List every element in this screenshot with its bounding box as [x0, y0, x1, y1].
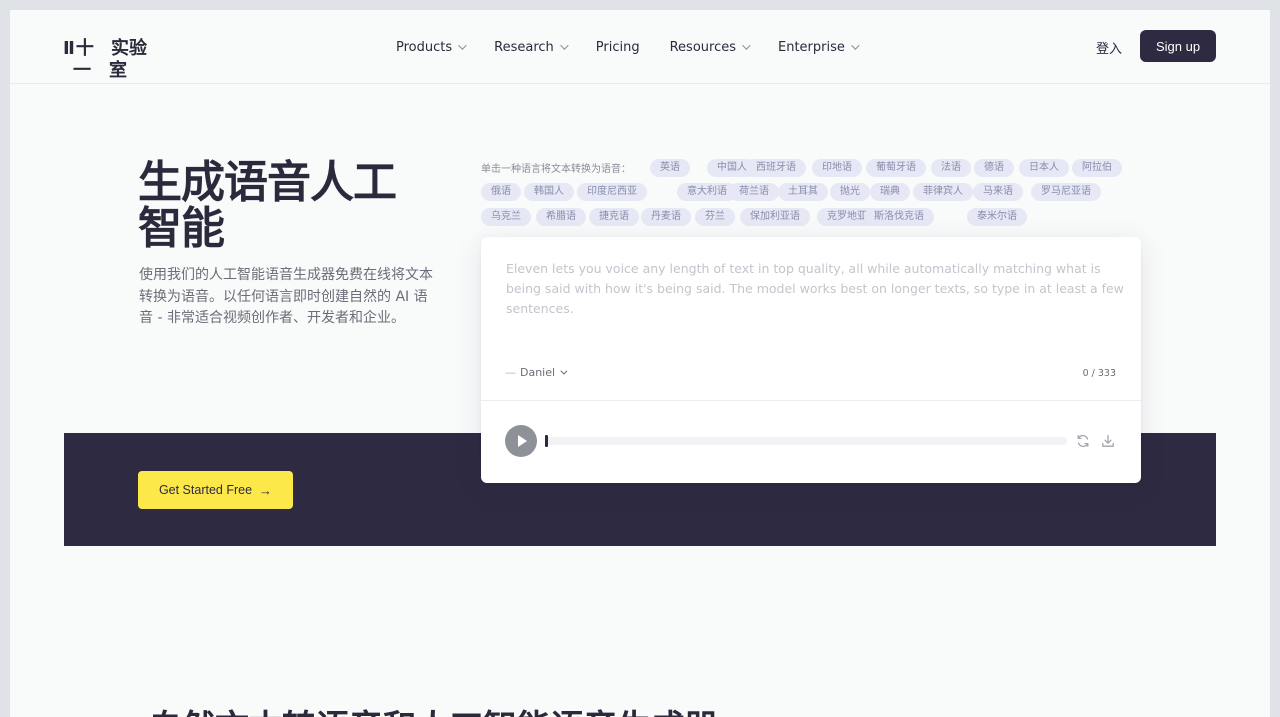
voice-name: Daniel: [520, 366, 556, 379]
language-prompt: 单击一种语言将文本转换为语音：: [481, 164, 631, 175]
tts-card: Eleven lets you voice any length of text…: [481, 237, 1141, 483]
site-header: Ⅱ十 实验 一 室 Products Research Pricing Reso…: [10, 10, 1270, 84]
language-chip[interactable]: 芬兰: [695, 208, 735, 226]
language-chip[interactable]: 荷兰语: [729, 183, 779, 201]
language-chip[interactable]: 阿拉伯: [1072, 159, 1122, 177]
chevron-down-icon: [559, 41, 569, 50]
main-nav: Products Research Pricing Resources Ente…: [396, 36, 887, 58]
character-counter: 0 / 333: [1082, 368, 1116, 379]
language-chip[interactable]: 日本人: [1019, 159, 1069, 177]
language-chip[interactable]: 瑞典: [870, 183, 910, 201]
arrow-right-icon: →: [259, 482, 273, 498]
language-chip[interactable]: 菲律宾人: [913, 183, 973, 201]
nav-enterprise[interactable]: Enterprise: [778, 36, 860, 58]
language-chip[interactable]: 土耳其: [778, 183, 828, 201]
language-chip[interactable]: 意大利语: [677, 183, 737, 201]
language-chip[interactable]: 印地语: [812, 159, 862, 177]
nav-label: Research: [494, 39, 554, 55]
nav-products[interactable]: Products: [396, 36, 467, 58]
nav-pricing[interactable]: Pricing: [596, 36, 640, 58]
language-chip[interactable]: 希腊语: [536, 208, 586, 226]
chevron-down-icon: [742, 41, 751, 50]
nav-label: Pricing: [595, 39, 640, 55]
page-frame: Ⅱ十 实验 一 室 Products Research Pricing Reso…: [10, 10, 1270, 717]
signup-button[interactable]: Sign up: [1140, 30, 1216, 62]
language-chip[interactable]: 葡萄牙语: [866, 159, 926, 177]
get-started-label: Get Started Free: [158, 483, 253, 497]
play-button[interactable]: [505, 425, 537, 457]
nav-resources[interactable]: Resources: [669, 36, 751, 58]
language-chip[interactable]: 马来语: [973, 183, 1023, 201]
language-chip[interactable]: 丹麦语: [641, 208, 691, 226]
language-chip[interactable]: 英语: [650, 159, 690, 177]
chevron-down-icon: [851, 41, 860, 50]
chevron-down-icon: [458, 41, 467, 50]
language-chip[interactable]: 德语: [974, 159, 1014, 177]
language-chip[interactable]: 印度尼西亚: [577, 183, 647, 201]
language-chip[interactable]: 法语: [931, 159, 971, 177]
voice-avatar-icon: —: [505, 366, 516, 379]
login-link[interactable]: 登入: [1096, 38, 1122, 57]
hero-title: 生成语音人工智能: [138, 157, 397, 254]
language-chip[interactable]: 西班牙语: [746, 159, 806, 177]
tts-text-input[interactable]: Eleven lets you voice any length of text…: [506, 259, 1126, 319]
audio-progress-track[interactable]: [545, 435, 1067, 447]
hero-description: 使用我们的人工智能语音生成器免费在线将文本转换为语音。以任何语言即时创建自然的 …: [139, 267, 433, 326]
nav-research[interactable]: Research: [494, 36, 569, 58]
voice-selector[interactable]: — Daniel: [505, 366, 568, 379]
download-icon[interactable]: [1100, 433, 1116, 449]
logo-text: 室: [109, 60, 127, 81]
chevron-down-icon: [560, 367, 568, 375]
language-chip[interactable]: 斯洛伐克语: [864, 208, 934, 226]
language-chip[interactable]: 韩国人: [524, 183, 574, 201]
language-chip[interactable]: 保加利亚语: [740, 208, 810, 226]
nav-label: Enterprise: [778, 39, 845, 55]
get-started-button[interactable]: Get Started Free →: [138, 471, 293, 509]
language-chip[interactable]: 抛光: [830, 183, 870, 201]
language-chip[interactable]: 泰米尔语: [967, 208, 1027, 226]
logo[interactable]: Ⅱ十 实验 一 室: [63, 34, 158, 81]
language-chip[interactable]: 捷克语: [589, 208, 639, 226]
refresh-icon[interactable]: [1075, 433, 1091, 449]
language-chip[interactable]: 罗马尼亚语: [1031, 183, 1101, 201]
section-title: 自然文本转语音和人工智能语音生成器: [148, 700, 718, 717]
logo-text: 一: [73, 60, 91, 81]
audio-progress-handle[interactable]: [545, 435, 548, 447]
nav-label: Resources: [669, 39, 736, 55]
language-chip[interactable]: 俄语: [481, 183, 521, 201]
language-chip[interactable]: 乌克兰: [481, 208, 531, 226]
divider: [481, 400, 1141, 401]
nav-label: Products: [396, 39, 453, 55]
